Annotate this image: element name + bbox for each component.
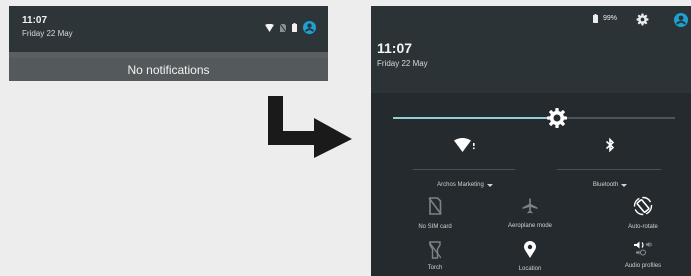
wifi-icon (265, 23, 274, 32)
tile-bluetooth-label[interactable]: Bluetooth (540, 182, 680, 188)
user-icon[interactable] (674, 13, 688, 27)
battery-percent: 99% (603, 15, 618, 22)
tile-audio-profiles[interactable]: Audio profiles (593, 241, 691, 269)
wifi-icon (454, 138, 475, 152)
tile-torch[interactable]: Torch (385, 241, 485, 271)
aeroplane-mode-label: Aeroplane mode (507, 223, 553, 229)
bluetooth-label: Bluetooth (592, 182, 619, 188)
clock-date[interactable]: Friday 22 May (377, 59, 428, 68)
battery-icon (292, 23, 297, 32)
tile-location[interactable]: Location (480, 241, 580, 272)
collapsed-status-icons (265, 21, 316, 34)
tile-bluetooth[interactable] (560, 137, 660, 153)
tile-auto-rotate[interactable]: Auto-rotate (593, 196, 691, 230)
collapsed-date: Friday 22 May (22, 29, 73, 38)
tile-underline-bluetooth (557, 169, 661, 170)
location-label: Location (518, 266, 542, 272)
location-icon (524, 241, 536, 258)
expanded-quick-settings: 99% 11:07 Friday 22 May Archos Marketing… (371, 6, 691, 276)
transition-arrow-icon (268, 96, 352, 158)
brightness-slider-fill (393, 117, 557, 119)
collapsed-time: 11:07 (22, 15, 48, 26)
battery-status: 99% (593, 14, 617, 23)
torch-icon (429, 241, 441, 259)
no-sim-icon (280, 23, 286, 32)
auto-rotate-label: Auto-rotate (628, 224, 658, 230)
no-notifications-text: No notifications (127, 62, 210, 77)
bluetooth-icon (605, 137, 615, 153)
torch-label: Torch (427, 265, 443, 271)
audio-profiles-label: Audio profiles (624, 263, 662, 269)
airplane-icon (522, 198, 538, 214)
no-sim-label: No SIM card (418, 224, 452, 230)
brightness-slider-thumb[interactable] (547, 108, 567, 128)
tile-aeroplane-mode[interactable]: Aeroplane mode (480, 198, 580, 229)
quick-settings-header: 99% 11:07 Friday 22 May (371, 6, 691, 93)
clock-time: 11:07 (377, 40, 413, 56)
chevron-down-icon (486, 183, 493, 187)
collapsed-notification-shade: 11:07 Friday 22 May No notifications (9, 6, 328, 81)
no-notifications-card: No notifications (9, 58, 328, 81)
audio-profiles-icon (634, 241, 652, 256)
auto-rotate-icon (633, 196, 653, 216)
settings-gear-icon[interactable] (636, 13, 649, 26)
tile-underline-wifi (413, 169, 515, 170)
tile-wifi[interactable] (415, 138, 515, 152)
battery-icon (593, 14, 598, 23)
no-sim-icon (428, 197, 442, 215)
chevron-down-icon (621, 183, 628, 187)
user-icon[interactable] (303, 21, 316, 34)
collapsed-status-bar[interactable]: 11:07 Friday 22 May (9, 6, 328, 52)
wifi-network-label: Archos Marketing (437, 182, 484, 188)
tile-no-sim[interactable]: No SIM card (385, 197, 485, 230)
tile-wifi-label[interactable]: Archos Marketing (395, 182, 535, 188)
